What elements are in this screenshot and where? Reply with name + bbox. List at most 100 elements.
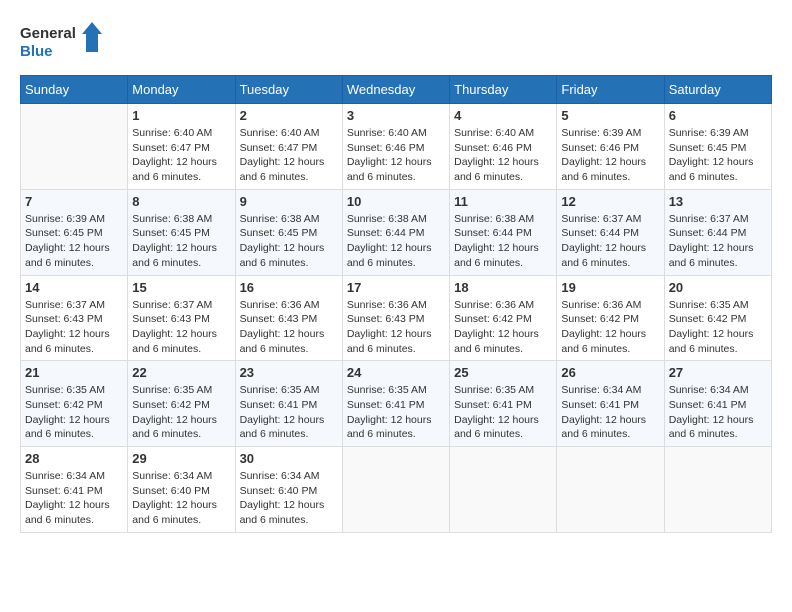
calendar-cell: 25 Sunrise: 6:35 AMSunset: 6:41 PMDayligh… bbox=[450, 361, 557, 447]
day-number: 8 bbox=[132, 194, 230, 209]
calendar-cell: 27 Sunrise: 6:34 AMSunset: 6:41 PMDayligh… bbox=[664, 361, 771, 447]
day-number: 6 bbox=[669, 108, 767, 123]
day-info: Sunrise: 6:39 AMSunset: 6:45 PMDaylight:… bbox=[669, 126, 767, 185]
calendar-cell: 20Sunrise: 6:35 AMSunset: 6:42 PMDayligh… bbox=[664, 275, 771, 361]
day-number: 4 bbox=[454, 108, 552, 123]
day-header-wednesday: Wednesday bbox=[342, 76, 449, 104]
day-header-friday: Friday bbox=[557, 76, 664, 104]
day-number: 15 bbox=[132, 280, 230, 295]
day-number: 16 bbox=[240, 280, 338, 295]
day-header-monday: Monday bbox=[128, 76, 235, 104]
day-number: 9 bbox=[240, 194, 338, 209]
svg-text:Blue: Blue bbox=[20, 43, 53, 60]
day-info: Sunrise: 6:38 AMSunset: 6:44 PMDaylight:… bbox=[347, 212, 445, 271]
day-info: Sunrise: 6:37 AMSunset: 6:43 PMDaylight:… bbox=[132, 298, 230, 357]
calendar-cell: 4 Sunrise: 6:40 AMSunset: 6:46 PMDaylight… bbox=[450, 104, 557, 190]
calendar-cell: 11Sunrise: 6:38 AMSunset: 6:44 PMDayligh… bbox=[450, 189, 557, 275]
calendar-cell: 8 Sunrise: 6:38 AMSunset: 6:45 PMDaylight… bbox=[128, 189, 235, 275]
calendar-cell: 17Sunrise: 6:36 AMSunset: 6:43 PMDayligh… bbox=[342, 275, 449, 361]
day-number: 1 bbox=[132, 108, 230, 123]
day-info: Sunrise: 6:40 AMSunset: 6:46 PMDaylight:… bbox=[347, 126, 445, 185]
day-number: 25 bbox=[454, 365, 552, 380]
calendar-cell: 9Sunrise: 6:38 AMSunset: 6:45 PMDaylight… bbox=[235, 189, 342, 275]
calendar-cell: 23 Sunrise: 6:35 AMSunset: 6:41 PMDayligh… bbox=[235, 361, 342, 447]
calendar-cell bbox=[450, 447, 557, 533]
calendar-cell: 13Sunrise: 6:37 AMSunset: 6:44 PMDayligh… bbox=[664, 189, 771, 275]
page-header: General Blue bbox=[20, 20, 772, 65]
day-number: 5 bbox=[561, 108, 659, 123]
calendar-cell: 19 Sunrise: 6:36 AMSunset: 6:42 PMDayligh… bbox=[557, 275, 664, 361]
logo: General Blue bbox=[20, 20, 110, 65]
day-info: Sunrise: 6:39 AMSunset: 6:45 PMDaylight:… bbox=[25, 212, 123, 271]
day-info: Sunrise: 6:38 AMSunset: 6:44 PMDaylight:… bbox=[454, 212, 552, 271]
day-number: 21 bbox=[25, 365, 123, 380]
calendar-week-5: 28Sunrise: 6:34 AMSunset: 6:41 PMDayligh… bbox=[21, 447, 772, 533]
day-header-tuesday: Tuesday bbox=[235, 76, 342, 104]
day-header-row: SundayMondayTuesdayWednesdayThursdayFrid… bbox=[21, 76, 772, 104]
calendar-cell: 3 Sunrise: 6:40 AMSunset: 6:46 PMDaylight… bbox=[342, 104, 449, 190]
day-info: Sunrise: 6:34 AMSunset: 6:40 PMDaylight:… bbox=[132, 469, 230, 528]
calendar-cell: 14Sunrise: 6:37 AMSunset: 6:43 PMDayligh… bbox=[21, 275, 128, 361]
calendar-week-1: 1 Sunrise: 6:40 AMSunset: 6:47 PMDaylight… bbox=[21, 104, 772, 190]
calendar-cell: 28Sunrise: 6:34 AMSunset: 6:41 PMDayligh… bbox=[21, 447, 128, 533]
day-number: 19 bbox=[561, 280, 659, 295]
day-number: 10 bbox=[347, 194, 445, 209]
calendar-cell bbox=[664, 447, 771, 533]
day-number: 30 bbox=[240, 451, 338, 466]
calendar-cell: 22Sunrise: 6:35 AMSunset: 6:42 PMDayligh… bbox=[128, 361, 235, 447]
day-header-thursday: Thursday bbox=[450, 76, 557, 104]
day-number: 29 bbox=[132, 451, 230, 466]
day-info: Sunrise: 6:34 AMSunset: 6:41 PMDaylight:… bbox=[25, 469, 123, 528]
calendar-cell: 30Sunrise: 6:34 AMSunset: 6:40 PMDayligh… bbox=[235, 447, 342, 533]
day-info: Sunrise: 6:36 AMSunset: 6:42 PMDaylight:… bbox=[561, 298, 659, 357]
day-info: Sunrise: 6:35 AMSunset: 6:42 PMDaylight:… bbox=[25, 383, 123, 442]
day-info: Sunrise: 6:37 AMSunset: 6:44 PMDaylight:… bbox=[561, 212, 659, 271]
calendar-cell: 1 Sunrise: 6:40 AMSunset: 6:47 PMDaylight… bbox=[128, 104, 235, 190]
calendar-cell: 12 Sunrise: 6:37 AMSunset: 6:44 PMDayligh… bbox=[557, 189, 664, 275]
calendar-week-2: 7 Sunrise: 6:39 AMSunset: 6:45 PMDaylight… bbox=[21, 189, 772, 275]
day-number: 24 bbox=[347, 365, 445, 380]
calendar-cell: 24 Sunrise: 6:35 AMSunset: 6:41 PMDayligh… bbox=[342, 361, 449, 447]
calendar-cell: 16 Sunrise: 6:36 AMSunset: 6:43 PMDayligh… bbox=[235, 275, 342, 361]
calendar-cell: 15 Sunrise: 6:37 AMSunset: 6:43 PMDayligh… bbox=[128, 275, 235, 361]
day-info: Sunrise: 6:38 AMSunset: 6:45 PMDaylight:… bbox=[132, 212, 230, 271]
day-info: Sunrise: 6:35 AMSunset: 6:42 PMDaylight:… bbox=[669, 298, 767, 357]
day-info: Sunrise: 6:35 AMSunset: 6:41 PMDaylight:… bbox=[454, 383, 552, 442]
day-info: Sunrise: 6:40 AMSunset: 6:47 PMDaylight:… bbox=[132, 126, 230, 185]
calendar-cell: 5 Sunrise: 6:39 AMSunset: 6:46 PMDaylight… bbox=[557, 104, 664, 190]
day-number: 27 bbox=[669, 365, 767, 380]
calendar-cell bbox=[21, 104, 128, 190]
day-header-sunday: Sunday bbox=[21, 76, 128, 104]
calendar-cell: 18 Sunrise: 6:36 AMSunset: 6:42 PMDayligh… bbox=[450, 275, 557, 361]
day-number: 26 bbox=[561, 365, 659, 380]
day-number: 23 bbox=[240, 365, 338, 380]
day-info: Sunrise: 6:35 AMSunset: 6:41 PMDaylight:… bbox=[240, 383, 338, 442]
logo-icon: General Blue bbox=[20, 20, 110, 65]
day-number: 3 bbox=[347, 108, 445, 123]
day-info: Sunrise: 6:36 AMSunset: 6:43 PMDaylight:… bbox=[240, 298, 338, 357]
day-info: Sunrise: 6:36 AMSunset: 6:42 PMDaylight:… bbox=[454, 298, 552, 357]
day-number: 18 bbox=[454, 280, 552, 295]
day-info: Sunrise: 6:40 AMSunset: 6:46 PMDaylight:… bbox=[454, 126, 552, 185]
calendar-cell: 10 Sunrise: 6:38 AMSunset: 6:44 PMDayligh… bbox=[342, 189, 449, 275]
day-info: Sunrise: 6:34 AMSunset: 6:41 PMDaylight:… bbox=[561, 383, 659, 442]
day-header-saturday: Saturday bbox=[664, 76, 771, 104]
svg-text:General: General bbox=[20, 25, 76, 42]
calendar-table: SundayMondayTuesdayWednesdayThursdayFrid… bbox=[20, 75, 772, 533]
calendar-cell: 29 Sunrise: 6:34 AMSunset: 6:40 PMDayligh… bbox=[128, 447, 235, 533]
day-number: 12 bbox=[561, 194, 659, 209]
calendar-cell: 7 Sunrise: 6:39 AMSunset: 6:45 PMDaylight… bbox=[21, 189, 128, 275]
day-info: Sunrise: 6:34 AMSunset: 6:41 PMDaylight:… bbox=[669, 383, 767, 442]
day-info: Sunrise: 6:40 AMSunset: 6:47 PMDaylight:… bbox=[240, 126, 338, 185]
calendar-cell: 6 Sunrise: 6:39 AMSunset: 6:45 PMDaylight… bbox=[664, 104, 771, 190]
day-info: Sunrise: 6:37 AMSunset: 6:44 PMDaylight:… bbox=[669, 212, 767, 271]
day-number: 22 bbox=[132, 365, 230, 380]
calendar-cell: 26 Sunrise: 6:34 AMSunset: 6:41 PMDayligh… bbox=[557, 361, 664, 447]
calendar-cell: 21 Sunrise: 6:35 AMSunset: 6:42 PMDayligh… bbox=[21, 361, 128, 447]
day-info: Sunrise: 6:35 AMSunset: 6:41 PMDaylight:… bbox=[347, 383, 445, 442]
day-number: 2 bbox=[240, 108, 338, 123]
calendar-week-4: 21 Sunrise: 6:35 AMSunset: 6:42 PMDayligh… bbox=[21, 361, 772, 447]
day-info: Sunrise: 6:39 AMSunset: 6:46 PMDaylight:… bbox=[561, 126, 659, 185]
calendar-cell bbox=[557, 447, 664, 533]
day-number: 7 bbox=[25, 194, 123, 209]
